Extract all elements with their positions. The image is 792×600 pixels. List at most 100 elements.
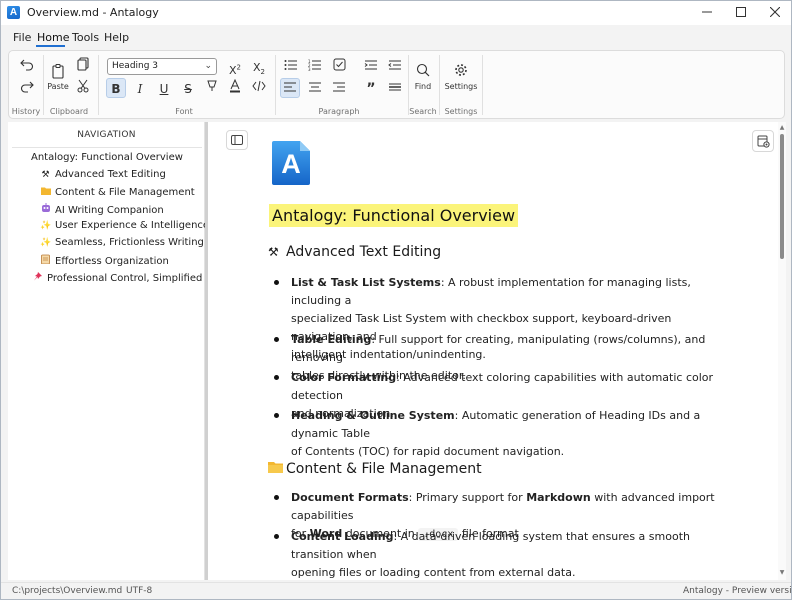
group-label-paragraph: Paragraph [318,107,360,116]
title-bar: A Overview.md - Antalogy [1,1,791,25]
copy-icon [77,57,89,71]
maximize-button[interactable] [724,1,758,25]
close-button[interactable] [758,1,792,25]
nav-item-label: Seamless, Frictionless Writing [55,237,204,248]
nav-item-user-experience[interactable]: ✨ User Experience & Intelligence [40,220,209,231]
cut-icon [77,79,89,93]
find-button[interactable] [413,63,433,83]
bullet-dot [274,375,279,380]
hammer-wrench-icon: ⚒ [41,170,50,180]
indent-button[interactable] [361,57,381,77]
robot-icon [40,203,51,216]
clipboard-icon [40,254,51,267]
undo-button[interactable] [17,57,37,77]
align-left-icon [284,82,296,92]
strikethrough-button[interactable]: S [178,79,198,99]
align-center-button[interactable] [305,79,325,99]
code-icon [252,80,266,92]
group-label-history: History [11,107,41,116]
scrollbar-thumb[interactable] [780,134,784,259]
hammer-wrench-icon: ⚒ [268,245,279,259]
menu-help[interactable]: Help [104,29,129,47]
copy-button[interactable] [73,57,93,77]
align-center-icon [309,82,321,92]
menu-tools[interactable]: Tools [72,29,99,47]
scroll-up-icon[interactable]: ▲ [778,124,786,131]
align-right-button[interactable] [329,79,349,99]
group-separator [482,55,483,115]
find-label: Find [414,82,432,91]
nav-item-ai-writing-companion[interactable]: AI Writing Companion [40,203,164,216]
numbered-list-icon: 123 [308,59,321,72]
bullet-list-button[interactable] [281,57,301,77]
text-color-button[interactable] [225,78,245,99]
align-left-button[interactable] [280,78,300,98]
window-title: Overview.md - Antalogy [27,6,159,19]
section-heading-advanced-text-editing: ⚒ Advanced Text Editing [268,244,441,260]
preview-icon [757,135,770,148]
minimize-button[interactable] [690,1,724,25]
nav-item-label: Advanced Text Editing [55,169,166,180]
scroll-down-icon[interactable]: ▼ [778,569,786,576]
highlight-button[interactable] [202,79,222,99]
nav-item-overview[interactable]: Antalogy: Functional Overview [31,152,183,163]
chevron-down-icon: ⌄ [204,61,212,71]
group-label-clipboard: Clipboard [49,107,89,116]
cut-button[interactable] [73,79,93,99]
quote-icon: ” [366,81,376,97]
blockquote-button[interactable]: ” [361,79,381,99]
section-heading-text: Advanced Text Editing [286,244,442,260]
redo-button[interactable] [17,79,37,99]
group-separator [275,55,276,115]
outdent-button[interactable] [385,57,405,77]
document-editor[interactable]: A Antalogy: Functional Overview ⚒ Advance… [208,122,778,580]
inline-code-button[interactable] [249,79,269,99]
maximize-icon [736,7,746,17]
subscript-button[interactable]: X2 [249,57,269,77]
status-encoding: UTF-8 [126,586,153,596]
document-logo-letter: A [281,149,301,179]
toggle-navigation-button[interactable] [226,130,248,150]
nav-item-effortless-organization[interactable]: Effortless Organization [40,254,169,267]
nav-item-seamless-writing[interactable]: ✨ Seamless, Frictionless Writing [40,237,204,248]
pushpin-icon [32,271,43,284]
bullet-dot [274,413,279,418]
align-right-icon [333,82,345,92]
app-logo-icon: A [7,6,20,19]
list-item: Table Editing: Full support for creating… [274,331,724,382]
numbered-list-button[interactable]: 123 [305,57,325,77]
group-separator [98,55,99,115]
underline-button[interactable]: U [154,79,174,99]
paste-label: Paste [47,82,69,91]
outdent-icon [388,60,401,70]
list-item-text: Content Loading: A data-driven loading s… [291,530,690,579]
undo-icon [20,59,34,71]
list-item: List & Task List Systems: A robust imple… [274,274,724,361]
group-label-settings: Settings [444,107,478,116]
app-window: A Overview.md - Antalogy File Home Tools… [0,0,792,600]
search-icon [416,63,430,77]
nav-item-professional-control[interactable]: Professional Control, Simplified [32,271,202,284]
bullet-dot [274,495,279,500]
preview-button[interactable] [752,130,774,152]
italic-button[interactable]: I [130,79,150,99]
bold-button[interactable]: B [106,78,126,98]
status-bar: C:\projects\Overview.md UTF-8 Antalogy -… [1,582,792,599]
nav-item-content-file-management[interactable]: Content & File Management [40,186,195,198]
list-item: Content Loading: A data-driven loading s… [274,528,724,579]
menu-file[interactable]: File [13,29,31,47]
group-separator [439,55,440,115]
group-label-search: Search [409,107,437,116]
bullet-dot [274,280,279,285]
settings-button[interactable] [451,63,471,83]
horizontal-rule-icon [389,83,401,91]
task-list-button[interactable] [329,57,349,77]
paragraph-style-dropdown[interactable]: Heading 3 ⌄ [107,58,217,75]
list-item: Color Formatting: Advanced text coloring… [274,369,724,420]
bullet-dot [274,534,279,539]
document-title: Antalogy: Functional Overview [269,204,519,227]
superscript-button[interactable]: X2 [225,57,245,77]
horizontal-rule-button[interactable] [385,79,405,99]
highlighter-icon [207,80,217,91]
nav-item-advanced-text-editing[interactable]: ⚒ Advanced Text Editing [40,169,166,180]
